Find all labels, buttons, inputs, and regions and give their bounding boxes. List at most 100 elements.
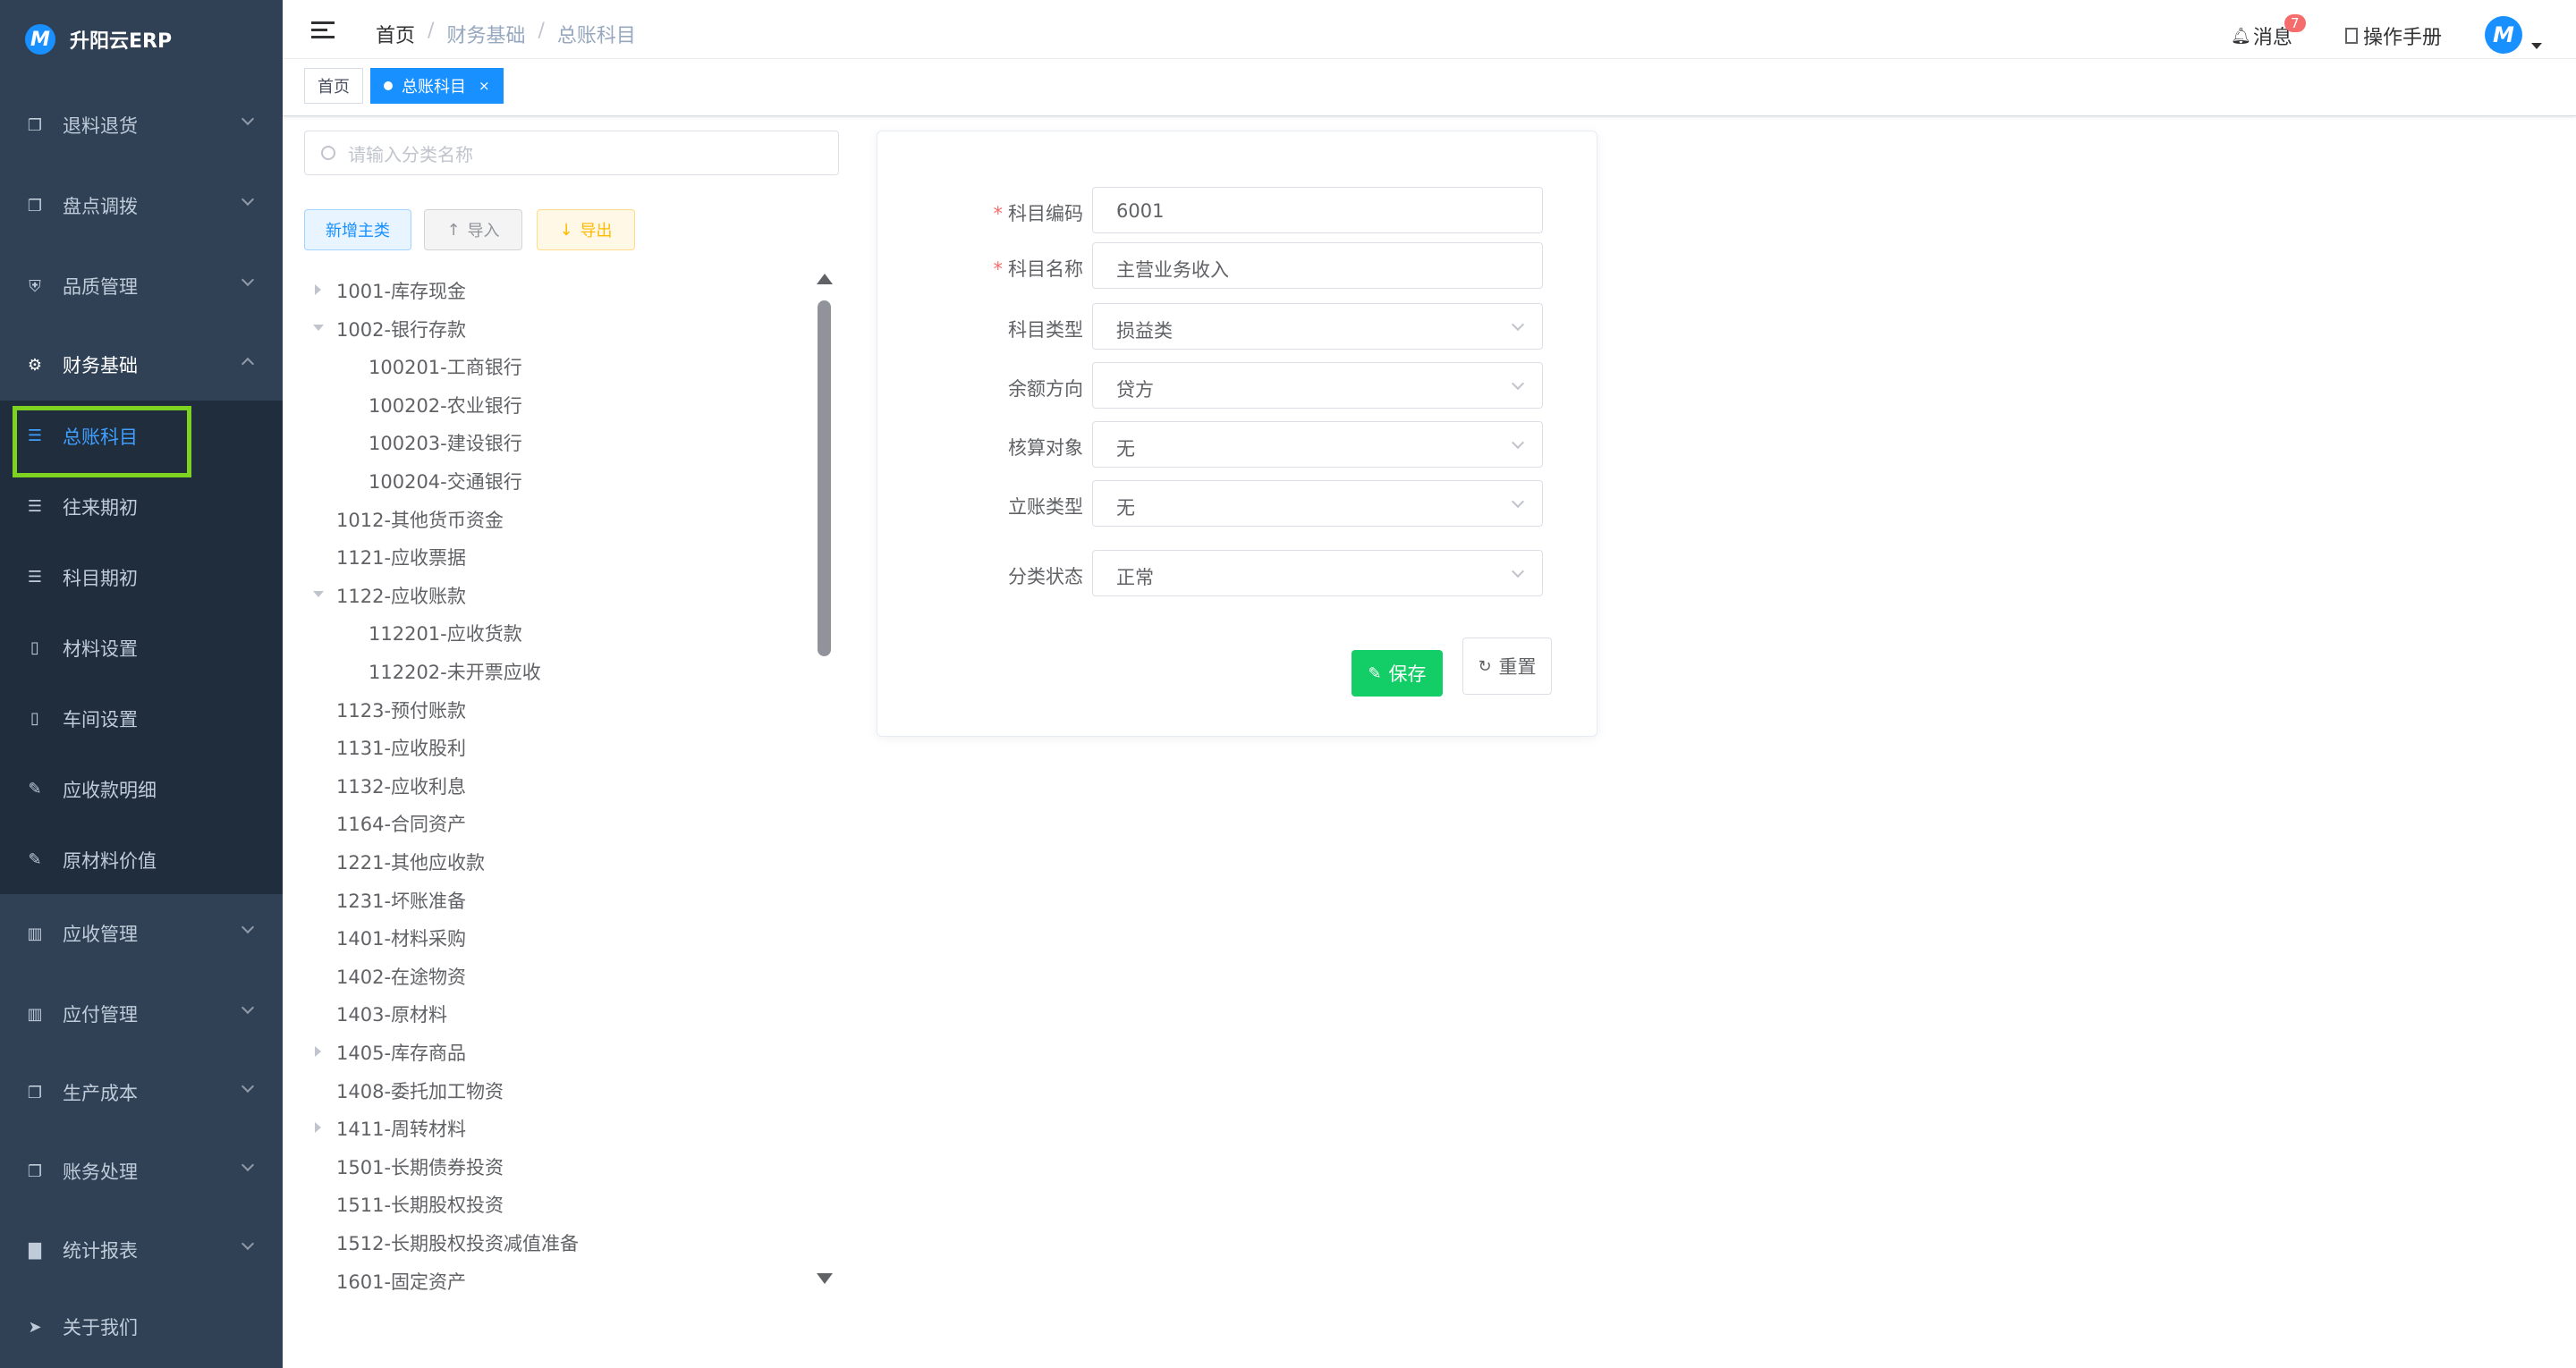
form-value: 贷方 <box>1116 379 1154 401</box>
sidebar-menu-item[interactable]: ➤ 关于我们 <box>0 1288 283 1366</box>
save-button[interactable]: ✎ 保存 <box>1352 650 1443 697</box>
tree-node[interactable]: 1012-其他货币资金 <box>336 506 504 533</box>
tree-node[interactable]: 100202-农业银行 <box>369 392 522 418</box>
tree-node[interactable]: 1132-应收利息 <box>336 773 466 799</box>
submenu-item[interactable]: ✎ 原材料价值 <box>0 824 283 895</box>
tree-node[interactable]: 1123-预付账款 <box>336 697 466 723</box>
close-icon[interactable]: × <box>479 78 490 94</box>
sidebar-menu-item[interactable]: ▥ 应收管理 <box>0 894 283 973</box>
form-select[interactable]: 无 <box>1092 421 1543 468</box>
hamburger-icon[interactable] <box>311 21 335 41</box>
caret-right-icon[interactable] <box>315 1122 321 1134</box>
tree-node[interactable]: 1405-库存商品 <box>315 1039 466 1066</box>
scroll-up-icon[interactable] <box>817 274 833 284</box>
chevron-down-icon <box>241 1158 255 1172</box>
search-placeholder: 请输入分类名称 <box>348 143 473 165</box>
tree-node[interactable]: 100203-建设银行 <box>369 429 522 456</box>
tree-node-label: 100201-工商银行 <box>369 357 522 379</box>
submenu-item[interactable]: ☰ 科目期初 <box>0 542 283 612</box>
book-icon: ▯ <box>30 709 39 728</box>
reset-button[interactable]: ↻ 重置 <box>1462 638 1552 695</box>
shield-icon: ⛨ <box>29 276 41 296</box>
sidebar-menu-item[interactable]: ❐ 账务处理 <box>0 1132 283 1211</box>
tree-node[interactable]: 1221-其他应收款 <box>336 849 485 875</box>
chevron-down-icon <box>1511 564 1525 578</box>
scroll-thumb[interactable] <box>818 300 831 656</box>
chevron-down-icon <box>241 192 255 207</box>
form-input[interactable]: 主营业务收入 <box>1092 242 1543 289</box>
sidebar-menu-item[interactable]: ▥ 应付管理 <box>0 975 283 1053</box>
tree-node[interactable]: 1408-委托加工物资 <box>336 1077 504 1104</box>
sidebar-menu-item[interactable]: ⛨ 品质管理 <box>0 247 283 325</box>
tree-node[interactable]: 112201-应收货款 <box>369 620 522 646</box>
avatar[interactable]: M <box>2485 16 2522 54</box>
breadcrumb-home[interactable]: 首页 <box>376 20 415 48</box>
tree-node[interactable]: 1401-材料采购 <box>336 925 466 951</box>
sidebar-menu-item[interactable]: ❐ 盘点调拨 <box>0 166 283 245</box>
form-label: 余额方向 <box>1008 375 1083 401</box>
add-main-category-label: 新增主类 <box>326 222 390 241</box>
logo[interactable]: M 升阳云ERP <box>0 0 283 79</box>
scroll-down-icon[interactable] <box>817 1273 833 1284</box>
tree-node-label: 100203-建设银行 <box>369 433 522 455</box>
tree-scrollbar[interactable] <box>816 274 834 1293</box>
submenu-item[interactable]: ☰ 往来期初 <box>0 471 283 542</box>
tree-node[interactable]: 1002-银行存款 <box>313 316 466 342</box>
caret-right-icon[interactable] <box>315 1046 321 1057</box>
form-select[interactable]: 贷方 <box>1092 362 1543 409</box>
edit-icon: ✎ <box>1368 663 1382 683</box>
tree-node[interactable]: 112202-未开票应收 <box>369 658 541 685</box>
tree-node[interactable]: 1164-合同资产 <box>336 810 466 837</box>
submenu-item[interactable]: ▯ 材料设置 <box>0 612 283 683</box>
tree-node[interactable]: 1231-坏账准备 <box>336 887 466 914</box>
form-row: 分类状态 正常 <box>877 550 1598 596</box>
form-select[interactable]: 无 <box>1092 480 1543 527</box>
tree-node-label: 100204-交通银行 <box>369 471 522 493</box>
form-select[interactable]: 正常 <box>1092 550 1543 596</box>
tree-node[interactable]: 100204-交通银行 <box>369 468 522 494</box>
sidebar-menu-item[interactable]: ⚙ 财务基础 <box>0 325 283 404</box>
document-icon: ☰ <box>27 568 43 587</box>
sidebar-menu-label: 品质管理 <box>63 276 138 298</box>
sidebar-menu-item[interactable]: ▇ 统计报表 <box>0 1211 283 1289</box>
tree-node-label: 1402-在途物资 <box>336 966 467 988</box>
add-main-category-button[interactable]: 新增主类 <box>304 209 411 250</box>
tree-node[interactable]: 1501-长期债券投资 <box>336 1153 504 1180</box>
chevron-down-icon <box>1511 317 1525 332</box>
tree-node[interactable]: 1403-原材料 <box>336 1001 447 1027</box>
tree-node[interactable]: 1131-应收股利 <box>336 734 466 761</box>
sidebar-menu-item[interactable]: ❐ 退料退货 <box>0 86 283 165</box>
tag-home[interactable]: 首页 <box>304 68 363 104</box>
tree-node[interactable]: 100201-工商银行 <box>369 353 522 380</box>
caret-right-icon[interactable] <box>315 284 321 295</box>
tree-node[interactable]: 1511-长期股权投资 <box>336 1191 504 1218</box>
submenu-item[interactable]: ✎ 应收款明细 <box>0 754 283 824</box>
sidebar-menu-label: 应收管理 <box>63 924 138 945</box>
tree-node[interactable]: 1001-库存现金 <box>315 277 466 304</box>
submenu-label: 材料设置 <box>63 638 138 660</box>
messages-button[interactable]: 🔔︎ 消息 7 <box>2231 14 2306 50</box>
caret-down-icon[interactable] <box>2531 43 2542 49</box>
caret-down-icon[interactable] <box>313 324 324 331</box>
reset-label: 重置 <box>1498 656 1537 678</box>
import-button[interactable]: ↑ 导入 <box>424 209 522 250</box>
export-button[interactable]: ↓ 导出 <box>537 209 635 250</box>
sidebar-menu-label: 退料退货 <box>63 115 138 137</box>
sidebar-menu-item[interactable]: ❐ 生产成本 <box>0 1053 283 1132</box>
form-row: 余额方向 贷方 <box>877 362 1598 409</box>
tree-node[interactable]: 1122-应收账款 <box>313 582 466 609</box>
caret-down-icon[interactable] <box>313 590 324 597</box>
upload-icon: ↑ <box>446 220 461 240</box>
submenu-item[interactable]: ▯ 车间设置 <box>0 683 283 754</box>
search-input[interactable]: 请输入分类名称 <box>304 131 839 175</box>
form-input[interactable]: 6001 <box>1092 187 1543 233</box>
form-row: 科目类型 损益类 <box>877 303 1598 350</box>
tree-node[interactable]: 1512-长期股权投资减值准备 <box>336 1229 579 1256</box>
tree-node[interactable]: 1411-周转材料 <box>315 1115 466 1142</box>
form-select[interactable]: 损益类 <box>1092 303 1543 350</box>
tree-node[interactable]: 1601-固定资产 <box>336 1268 466 1295</box>
tree-node[interactable]: 1121-应收票据 <box>336 544 466 570</box>
tree-node[interactable]: 1402-在途物资 <box>336 963 466 990</box>
manual-button[interactable]: 操作手册 <box>2345 21 2442 50</box>
tag-active[interactable]: 总账科目 × <box>370 68 504 104</box>
